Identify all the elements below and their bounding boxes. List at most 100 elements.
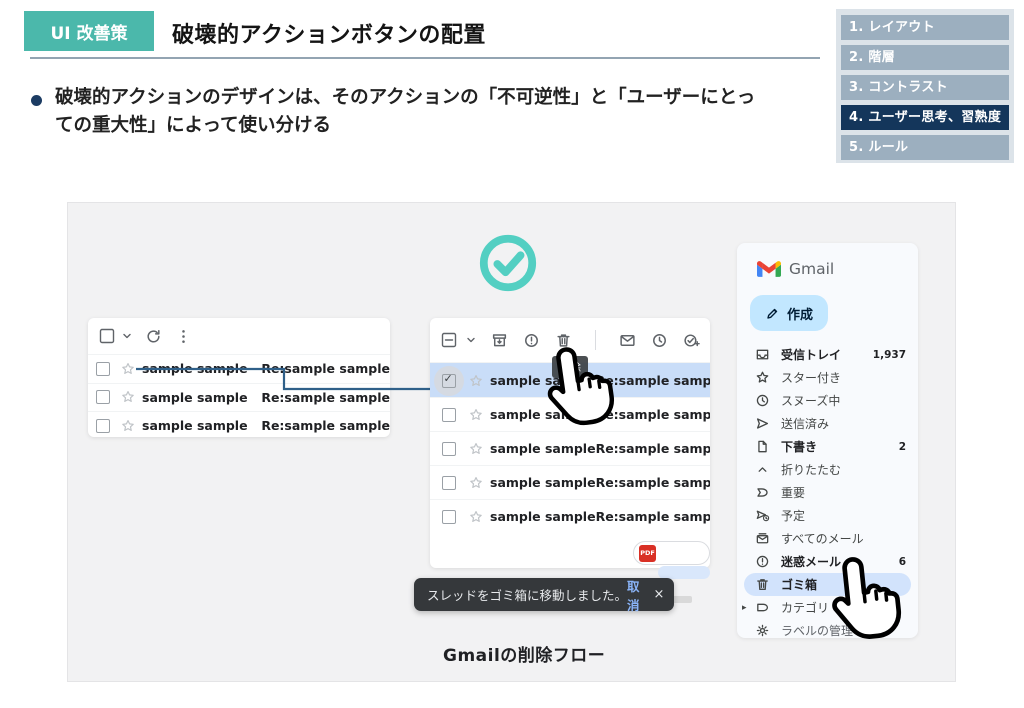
kebab-icon[interactable]: [175, 328, 192, 345]
slide-badge: UI 改善策: [24, 11, 154, 51]
star-icon[interactable]: [120, 418, 136, 434]
sidebar-item-label: 折りたたむ: [781, 461, 841, 478]
sidebar-item[interactable]: ▸ スター付き: [737, 366, 918, 389]
nav-menu-item[interactable]: 4. ユーザー思考、習熟度: [841, 105, 1009, 130]
sidebar-item[interactable]: ▸ 受信トレイ 1,937: [737, 343, 918, 366]
star-icon[interactable]: [468, 509, 484, 525]
nav-menu-item[interactable]: 5. ルール: [841, 135, 1009, 160]
hand-cursor-icon: [816, 547, 914, 652]
mail-row[interactable]: sample sample Re:sample sample: [88, 411, 390, 437]
mail-subject: Re:sample sample: [596, 475, 710, 490]
envelope-icon[interactable]: [619, 332, 636, 349]
sidebar-item[interactable]: ▸ スヌーズ中: [737, 389, 918, 412]
sidebar-item[interactable]: ▸ 重要: [737, 481, 918, 504]
refresh-icon[interactable]: [145, 328, 162, 345]
bullet-dot: [31, 95, 42, 106]
clock-icon: [755, 393, 770, 408]
pdf-icon: PDF: [639, 545, 656, 562]
row-checkbox[interactable]: [442, 374, 456, 388]
category-icon: [755, 600, 770, 615]
compose-label: 作成: [787, 304, 813, 323]
toast-message: スレッドをゴミ箱に移動しました。: [427, 585, 627, 604]
sidebar-item[interactable]: ▸ 下書き 2: [737, 435, 918, 458]
close-icon[interactable]: ×: [654, 587, 665, 602]
mail-sender: sample sample: [490, 509, 596, 524]
undo-toast: スレッドをゴミ箱に移動しました。 取消 ×: [414, 578, 674, 611]
mail-subject: Re:sample sample: [596, 441, 710, 456]
trash-icon: [755, 577, 770, 592]
gear-icon: [755, 623, 770, 638]
mail-sender: sample sample: [142, 418, 261, 433]
row-checkbox[interactable]: [442, 408, 456, 422]
row-checkbox[interactable]: [96, 419, 110, 433]
slide-nav-menu: 1. レイアウト 2. 階層 3. コントラスト 4. ユーザー思考、習熟度 5…: [836, 9, 1014, 163]
star-icon[interactable]: [468, 475, 484, 491]
select-minus-checkbox-icon[interactable]: [440, 331, 458, 349]
mail-subject: Re:sample sample: [596, 509, 710, 524]
spam-icon: [755, 554, 770, 569]
mail-row[interactable]: sample sample Re:sample sample: [430, 465, 710, 499]
flow-connector-arrow: [130, 360, 460, 400]
sidebar-item-label: 下書き: [781, 438, 817, 455]
gmail-m-icon: [757, 260, 781, 278]
gmail-wordmark: Gmail: [789, 260, 834, 278]
mail-sender: sample sample: [490, 441, 596, 456]
attachment-row: PDF: [430, 533, 710, 568]
expander-icon[interactable]: ▸: [742, 603, 747, 613]
collapse-icon: [755, 462, 770, 477]
sidebar-item[interactable]: ▸ すべてのメール: [737, 527, 918, 550]
schedule-icon: [755, 508, 770, 523]
mail-subject: Re:sample sample: [261, 418, 390, 433]
archive-icon[interactable]: [491, 332, 508, 349]
undo-button[interactable]: 取消: [627, 576, 640, 614]
sidebar-item-count: 2: [899, 441, 906, 453]
star-icon[interactable]: [468, 441, 484, 457]
star-icon[interactable]: [468, 407, 484, 423]
sidebar-item-label: 予定: [781, 507, 805, 524]
nav-menu-item[interactable]: 3. コントラスト: [841, 75, 1009, 100]
caret-down-icon[interactable]: [466, 335, 476, 345]
mail-row[interactable]: sample sample Re:sample sample: [430, 499, 710, 533]
sidebar-item-label: 受信トレイ: [781, 346, 841, 363]
draft-icon: [755, 439, 770, 454]
nav-menu-item[interactable]: 1. レイアウト: [841, 15, 1009, 40]
hand-cursor-icon: [531, 336, 627, 439]
sidebar-item-count: 1,937: [873, 349, 906, 361]
row-checkbox[interactable]: [442, 476, 456, 490]
sidebar-item-label: 送信済み: [781, 415, 829, 432]
all-mail-icon: [755, 531, 770, 546]
attachment-chip[interactable]: PDF: [633, 541, 710, 565]
row-checkbox[interactable]: [96, 362, 110, 376]
sidebar-item[interactable]: ▸ 折りたたむ: [737, 458, 918, 481]
gmail-logo: Gmail: [737, 243, 918, 278]
sidebar-item-label: 重要: [781, 484, 805, 501]
select-checkbox-icon[interactable]: [98, 327, 116, 345]
pencil-icon: [765, 306, 780, 321]
bullet-text: 破壊的アクションのデザインは、そのアクションの「不可逆性」と「ユーザーにとっての…: [55, 84, 763, 140]
figure-caption: Gmailの削除フロー: [443, 641, 605, 666]
clock-icon[interactable]: [651, 332, 668, 349]
sidebar-item-label: ゴミ箱: [781, 576, 817, 593]
sidebar-item-label: すべてのメール: [781, 530, 864, 547]
nav-menu-item[interactable]: 2. 階層: [841, 45, 1009, 70]
mail-toolbar: [88, 318, 390, 354]
send-icon: [755, 416, 770, 431]
mail-row[interactable]: sample sample Re:sample sample: [430, 431, 710, 465]
caret-down-icon[interactable]: [122, 331, 132, 341]
star-icon[interactable]: [468, 373, 484, 389]
compose-button[interactable]: 作成: [750, 295, 828, 331]
sidebar-item[interactable]: ▸ 送信済み: [737, 412, 918, 435]
sidebar-item-label: スター付き: [781, 369, 841, 386]
star-icon: [755, 370, 770, 385]
inbox-icon: [755, 347, 770, 362]
check-circle-icon: [477, 232, 539, 294]
row-checkbox[interactable]: [442, 510, 456, 524]
title-divider: [30, 57, 820, 59]
mail-sender: sample sample: [490, 475, 596, 490]
important-icon: [755, 485, 770, 500]
row-checkbox[interactable]: [442, 442, 456, 456]
sidebar-item[interactable]: ▸ 予定: [737, 504, 918, 527]
row-checkbox[interactable]: [96, 390, 110, 404]
task-add-icon[interactable]: [683, 332, 700, 349]
sidebar-item-label: スヌーズ中: [781, 392, 840, 409]
